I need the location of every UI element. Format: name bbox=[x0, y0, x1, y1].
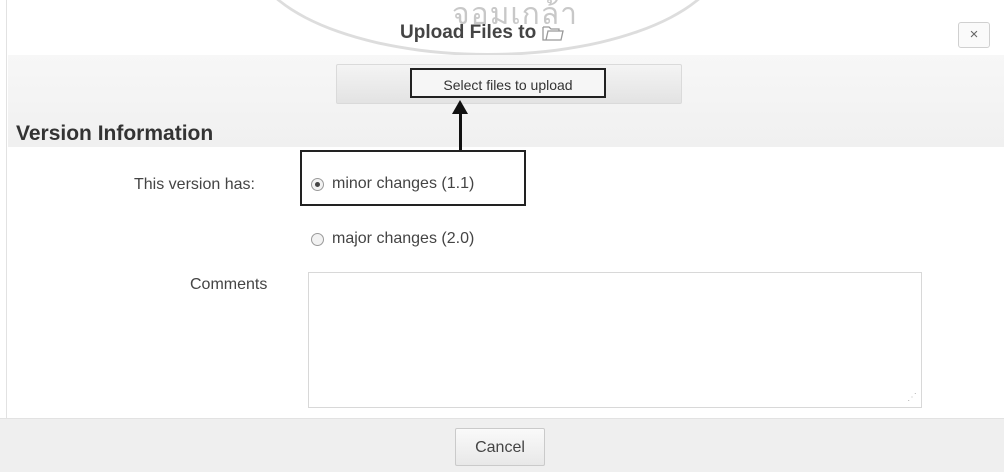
radio-option-major[interactable]: major changes (2.0) bbox=[311, 230, 474, 248]
radio-button-minor[interactable] bbox=[311, 177, 324, 191]
comments-label: Comments bbox=[190, 276, 268, 293]
comments-textarea[interactable] bbox=[308, 272, 922, 408]
dialog-title: Upload Files to bbox=[400, 22, 564, 44]
dialog-title-bar: Upload Files to × bbox=[0, 12, 1004, 52]
dialog-edge bbox=[0, 0, 7, 471]
cancel-button[interactable]: Cancel bbox=[455, 428, 545, 466]
annotation-arrow-line bbox=[459, 112, 462, 150]
upload-files-dialog: จอมเกล้า Upload Files to × Select files … bbox=[0, 0, 1004, 472]
select-files-button[interactable]: Select files to upload bbox=[410, 68, 606, 98]
close-button[interactable]: × bbox=[958, 22, 990, 48]
radio-button-major[interactable] bbox=[311, 232, 324, 246]
radio-option-minor[interactable]: minor changes (1.1) bbox=[311, 175, 474, 193]
folder-icon bbox=[542, 24, 564, 42]
resize-grip-icon[interactable]: ⋰ bbox=[907, 392, 919, 404]
version-has-label: This version has: bbox=[134, 176, 255, 193]
radio-label-major: major changes (2.0) bbox=[332, 230, 475, 247]
dialog-title-text: Upload Files to bbox=[400, 22, 537, 43]
version-information-heading: Version Information bbox=[16, 122, 214, 145]
radio-label-minor: minor changes (1.1) bbox=[332, 175, 475, 192]
